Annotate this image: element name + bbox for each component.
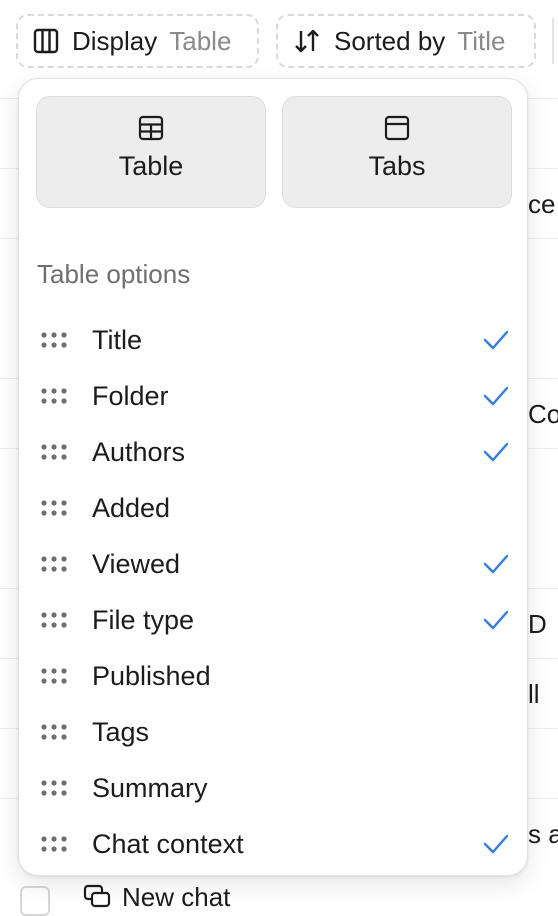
drag-handle-icon[interactable] — [41, 331, 67, 354]
drag-handle-icon[interactable] — [41, 835, 67, 858]
option-label: Added — [92, 492, 171, 523]
drag-handle-icon[interactable] — [41, 387, 67, 410]
chat-bubbles-icon — [83, 884, 111, 907]
drag-handle-icon[interactable] — [41, 499, 67, 522]
option-published[interactable]: Published — [19, 648, 527, 704]
row-text: s a — [528, 819, 558, 849]
option-authors[interactable]: Authors — [19, 424, 527, 480]
table-options-list: Title Folder Authors Added Viewed File type Pu… — [19, 312, 527, 872]
mode-tabs-button[interactable]: Tabs — [282, 96, 512, 208]
option-label: Folder — [92, 380, 169, 411]
option-label: Chat context — [92, 828, 244, 859]
checkmark-icon — [482, 606, 510, 639]
option-label: Viewed — [92, 548, 181, 579]
drag-handle-icon[interactable] — [41, 555, 67, 578]
option-added[interactable]: Added — [19, 480, 527, 536]
option-label: Authors — [92, 436, 186, 467]
option-label: Published — [92, 660, 211, 691]
drag-handle-icon[interactable] — [41, 779, 67, 802]
option-viewed[interactable]: Viewed — [19, 536, 527, 592]
checkmark-icon — [482, 550, 510, 583]
mode-tabs-label: Tabs — [368, 151, 426, 181]
display-options-popover: Table Tabs Table options Title Folder Auth… — [18, 78, 528, 876]
option-label: Summary — [92, 772, 208, 803]
checkmark-icon — [482, 382, 510, 415]
sort-button[interactable]: Sorted by Title — [276, 14, 536, 68]
new-chat-label: New chat — [122, 882, 231, 912]
mode-table-label: Table — [118, 151, 184, 181]
table-options-heading: Table options — [37, 259, 191, 289]
tab-window-icon — [384, 115, 410, 141]
checkmark-icon — [482, 438, 510, 471]
row-text: Co — [528, 399, 558, 429]
mode-table-button[interactable]: Table — [36, 96, 266, 208]
option-folder[interactable]: Folder — [19, 368, 527, 424]
sort-arrows-icon — [295, 29, 319, 53]
row-text: D — [528, 609, 547, 639]
sort-value: Title — [457, 25, 506, 56]
grid-icon — [138, 115, 164, 141]
drag-handle-icon[interactable] — [41, 667, 67, 690]
display-button[interactable]: Display Table — [16, 14, 259, 68]
toolbar-divider — [552, 18, 554, 64]
option-label: File type — [92, 604, 195, 635]
row-checkbox[interactable] — [20, 886, 50, 916]
display-value: Table — [169, 25, 232, 56]
drag-handle-icon[interactable] — [41, 723, 67, 746]
drag-handle-icon[interactable] — [41, 611, 67, 634]
option-summary[interactable]: Summary — [19, 760, 527, 816]
option-tags[interactable]: Tags — [19, 704, 527, 760]
row-text: ll — [528, 679, 540, 709]
display-label: Display — [72, 25, 158, 56]
checkmark-icon — [482, 830, 510, 863]
row-text: ce — [528, 189, 556, 219]
option-chat-context[interactable]: Chat context — [19, 816, 527, 872]
sort-label: Sorted by — [334, 25, 446, 56]
checkmark-icon — [482, 326, 510, 359]
columns-icon — [33, 28, 59, 54]
option-label: Tags — [92, 716, 150, 747]
option-file-type[interactable]: File type — [19, 592, 527, 648]
drag-handle-icon[interactable] — [41, 443, 67, 466]
toolbar: Display Table Sorted by Title — [0, 0, 558, 82]
option-label: Title — [92, 324, 143, 355]
option-title[interactable]: Title — [19, 312, 527, 368]
new-chat-item[interactable]: New chat — [82, 882, 230, 913]
